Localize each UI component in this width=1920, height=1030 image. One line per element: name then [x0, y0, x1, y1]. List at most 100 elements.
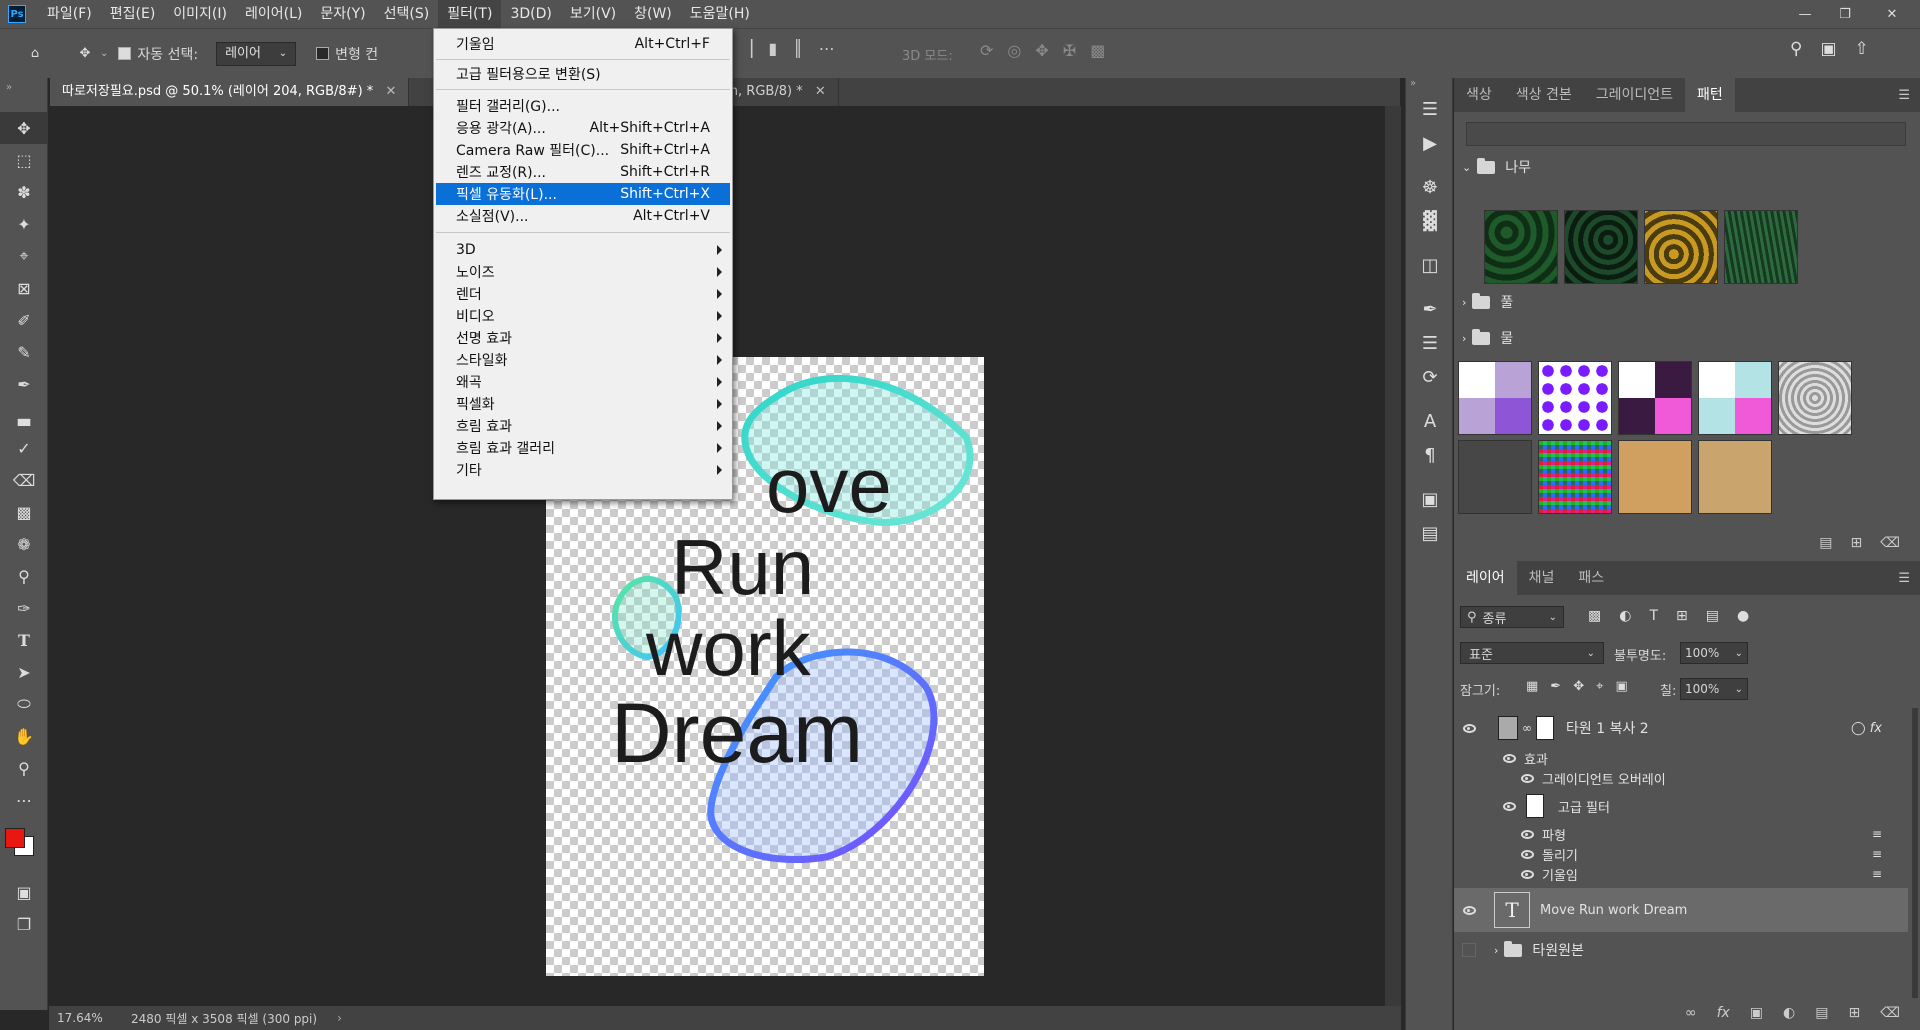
menu-item-last-filter[interactable]: 기울임 Alt+Ctrl+F — [436, 33, 730, 55]
link-layers-icon[interactable]: ∞ — [1685, 1005, 1697, 1021]
menu-type[interactable]: 문자(Y) — [311, 0, 374, 28]
tab-paths[interactable]: 패스 — [1566, 561, 1616, 595]
filter-shape-icon[interactable]: ⊞ — [1676, 608, 1688, 624]
navigator-panel-icon[interactable]: ☸ — [1406, 170, 1454, 204]
new-group-icon[interactable]: ▤ — [1819, 535, 1832, 551]
visibility-off-box[interactable] — [1462, 943, 1476, 957]
fill-input[interactable]: 100% ⌄ — [1680, 678, 1748, 700]
collapse-icon[interactable]: » — [0, 78, 47, 112]
tab-gradients[interactable]: 그레이디언트 — [1584, 78, 1685, 112]
tab-patterns[interactable]: 패턴 — [1685, 78, 1735, 112]
screen-mode-icon[interactable]: ❐ — [0, 908, 48, 940]
auto-select-dropdown[interactable]: 레이어 ⌄ — [216, 41, 297, 66]
move-tool-icon[interactable]: ✥ — [0, 112, 48, 144]
pattern-group-tree[interactable]: ⌄ 나무 — [1462, 152, 1531, 182]
tab-channels[interactable]: 채널 — [1517, 561, 1567, 595]
visibility-icon[interactable] — [1458, 720, 1480, 736]
type-tool-icon[interactable]: T — [0, 624, 48, 656]
pattern-swatch[interactable] — [1538, 440, 1612, 514]
menu-item-liquify[interactable]: 픽셀 유동화(L)... Shift+Ctrl+X — [436, 183, 730, 205]
pattern-group-grass[interactable]: › 풀 — [1462, 287, 1513, 317]
workspace-icon[interactable]: ▣ — [1820, 39, 1836, 59]
menu-item-camera-raw[interactable]: Camera Raw 필터(C)... Shift+Ctrl+A — [436, 139, 730, 161]
home-icon[interactable]: ⌂ — [20, 39, 50, 69]
chevron-down-icon[interactable]: ⌄ — [100, 48, 108, 59]
share-icon[interactable]: ⇧ — [1855, 39, 1869, 59]
menu-item-adaptive-wide-angle[interactable]: 응용 광각(A)... Alt+Shift+Ctrl+A — [436, 117, 730, 139]
menu-item-blur[interactable]: 흐림 효과 — [436, 415, 730, 437]
chevron-right-icon[interactable]: › — [1494, 944, 1498, 957]
3d-slide-icon[interactable]: ✠ — [1063, 41, 1076, 60]
tab-color[interactable]: 색상 — [1454, 78, 1504, 112]
marquee-tool-icon[interactable]: ⬚ — [0, 144, 48, 176]
canvas-vertical-scrollbar[interactable] — [1385, 106, 1401, 1006]
paragraph-panel-icon[interactable]: ¶ — [1406, 438, 1454, 472]
panel-menu-icon[interactable]: ☰ — [1898, 88, 1910, 103]
new-pattern-icon[interactable]: ⊞ — [1850, 535, 1862, 551]
filter-options-icon[interactable]: ≡ — [1872, 847, 1882, 861]
adjustments-icon[interactable]: ☰ — [1406, 326, 1454, 360]
visibility-icon[interactable] — [1516, 770, 1538, 786]
menu-item-filter-gallery[interactable]: 필터 갤러리(G)... — [436, 95, 730, 117]
filter-smart-object-icon[interactable]: ▤ — [1706, 608, 1719, 624]
new-layer-icon[interactable]: ⊞ — [1848, 1005, 1860, 1021]
menu-item-render[interactable]: 렌더 — [436, 283, 730, 305]
actions-panel-icon[interactable]: ▶ — [1406, 126, 1454, 160]
effect-row[interactable]: 그레이디언트 오버레이 — [1454, 768, 1908, 788]
3d-roll-icon[interactable]: ◎ — [1007, 41, 1021, 60]
zoom-tool-icon[interactable]: ⚲ — [0, 752, 48, 784]
lasso-tool-icon[interactable]: ✽ — [0, 176, 48, 208]
lock-all-icon[interactable]: ▣ — [1615, 679, 1627, 694]
filter-row[interactable]: 파형 ≡ — [1454, 824, 1908, 844]
crop-tool-icon[interactable]: ⌖ — [0, 240, 48, 272]
new-group-icon[interactable]: ▤ — [1815, 1005, 1828, 1021]
menu-item-video[interactable]: 비디오 — [436, 305, 730, 327]
path-select-icon[interactable]: ➤ — [0, 656, 48, 688]
smart-filters-row[interactable]: 고급 필터 — [1454, 788, 1908, 824]
menu-item-pixelate[interactable]: 픽셀화 — [436, 393, 730, 415]
lock-pixels-icon[interactable]: ✒ — [1550, 679, 1561, 694]
paint-bucket-icon[interactable]: ▩ — [0, 496, 48, 528]
quick-mask-icon[interactable]: ▣ — [0, 876, 48, 908]
layers-scrollbar[interactable] — [1912, 708, 1918, 998]
panel-menu-icon[interactable]: ☰ — [1898, 571, 1910, 586]
pattern-swatch[interactable] — [1458, 440, 1532, 514]
menu-item-blur-gallery[interactable]: 흐림 효과 갤러리 — [436, 437, 730, 459]
pattern-swatch[interactable] — [1484, 210, 1558, 284]
filter-adjustment-icon[interactable]: ◐ — [1619, 608, 1631, 624]
menu-layer[interactable]: 레이어(L) — [236, 0, 311, 28]
pattern-swatch[interactable] — [1564, 210, 1638, 284]
more-options-icon[interactable]: ⋯ — [819, 39, 835, 58]
histogram-panel-icon[interactable]: ▓ — [1406, 204, 1454, 238]
tab-document-1[interactable]: 따로저장필요.psd @ 50.1% (레이어 204, RGB/8#) * ✕ — [50, 78, 410, 106]
menu-image[interactable]: 이미지(I) — [164, 0, 236, 28]
filter-row[interactable]: 돌리기 ≡ — [1454, 844, 1908, 864]
filter-row[interactable]: 기울임 ≡ — [1454, 864, 1908, 884]
blur-tool-icon[interactable]: ❁ — [0, 528, 48, 560]
menu-select[interactable]: 선택(S) — [375, 0, 439, 28]
menu-help[interactable]: 도움말(H) — [681, 0, 759, 28]
close-icon[interactable]: ✕ — [815, 84, 826, 99]
eyedropper-icon[interactable]: ✐ — [0, 304, 48, 336]
menu-file[interactable]: 파일(F) — [38, 0, 101, 28]
add-mask-icon[interactable]: ▣ — [1750, 1005, 1763, 1021]
menu-3d[interactable]: 3D(D) — [501, 0, 560, 28]
pattern-swatch[interactable] — [1698, 361, 1772, 435]
filter-pixel-icon[interactable]: ▩ — [1588, 608, 1601, 624]
menu-item-other[interactable]: 기타 — [436, 459, 730, 481]
tab-layers[interactable]: 레이어 — [1454, 561, 1517, 595]
notes-panel-icon[interactable]: ▤ — [1406, 516, 1454, 550]
filter-toggle-icon[interactable]: ● — [1737, 608, 1749, 624]
menu-item-distort[interactable]: 왜곡 — [436, 371, 730, 393]
layer-row[interactable]: ∞ 타원 1 복사 2 ◯ fx — [1454, 708, 1908, 748]
auto-select-checkbox[interactable] — [118, 47, 132, 60]
group-layer-row[interactable]: › 타원원본 — [1454, 934, 1908, 966]
restore-icon[interactable]: ❐ — [1825, 0, 1865, 28]
eraser-tool-icon[interactable]: ⌫ — [0, 464, 48, 496]
visibility-icon[interactable] — [1498, 798, 1520, 814]
visibility-icon[interactable] — [1516, 846, 1538, 862]
pattern-swatch[interactable] — [1778, 361, 1852, 435]
menu-item-stylize[interactable]: 스타일화 — [436, 349, 730, 371]
clone-source-icon[interactable]: ⟳ — [1406, 360, 1454, 394]
move-tool-icon[interactable]: ✥ — [70, 39, 100, 69]
